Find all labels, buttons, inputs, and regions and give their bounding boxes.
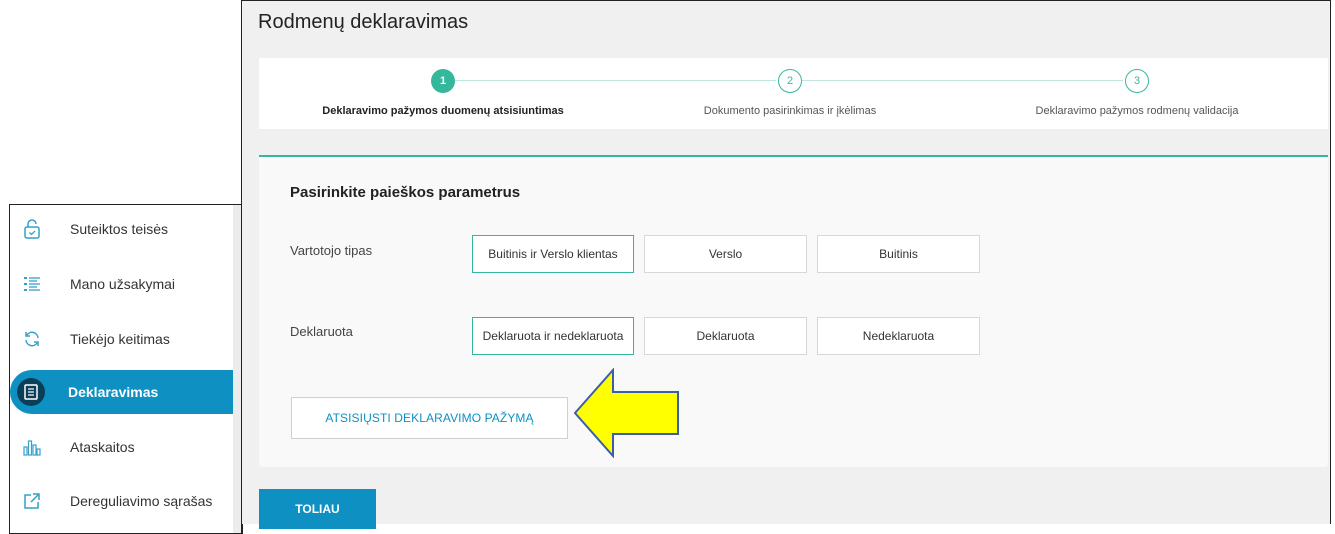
consumer-type-option-business[interactable]: Verslo xyxy=(644,235,807,273)
step-3-label: Deklaravimo pažymos rodmenų validacija xyxy=(1035,105,1239,117)
step-2-label: Dokumento pasirinkimas ir įkėlimas xyxy=(703,105,877,117)
sidebar-item-label: Suteiktos teisės xyxy=(70,221,169,237)
document-icon xyxy=(17,378,45,406)
sidebar-item-label: Deklaravimas xyxy=(68,384,159,400)
declared-option-all[interactable]: Deklaruota ir nedeklaruota xyxy=(472,317,634,355)
sidebar: Suteiktos teisės Mano užsakymai Tiekėjo … xyxy=(9,204,243,534)
sidebar-item-label: Tiekėjo keitimas xyxy=(70,331,170,347)
sidebar-item-suteiktos-teises[interactable]: Suteiktos teisės xyxy=(10,207,235,251)
sidebar-item-ataskaitos[interactable]: Ataskaitos xyxy=(10,425,235,469)
sidebar-scrollbar[interactable] xyxy=(233,205,241,533)
step-1-indicator: 1 xyxy=(431,69,455,93)
main-content: Rodmenų deklaravimas 1 2 3 Deklaravimo p… xyxy=(241,0,1331,529)
stepper: 1 2 3 Deklaravimo pažymos duomenų atsisi… xyxy=(259,58,1328,129)
download-declaration-button[interactable]: ATSISIŲSTI DEKLARAVIMO PAŽYMĄ xyxy=(291,397,568,439)
sidebar-item-deklaravimas[interactable]: Deklaravimas xyxy=(10,370,235,414)
declared-label: Deklaruota xyxy=(290,324,353,339)
sidebar-item-label: Mano užsakymai xyxy=(70,276,176,292)
bar-chart-icon xyxy=(21,436,43,458)
step-connector xyxy=(455,80,776,81)
step-2-indicator: 2 xyxy=(778,69,802,93)
declared-option-declared[interactable]: Deklaruota xyxy=(644,317,807,355)
lock-icon xyxy=(21,218,43,240)
sidebar-item-label: Ataskaitos xyxy=(70,439,135,455)
consumer-type-option-both[interactable]: Buitinis ir Verslo klientas xyxy=(472,235,634,273)
step-connector xyxy=(802,80,1123,81)
step-1-label: Deklaravimo pažymos duomenų atsisiuntima… xyxy=(322,105,564,117)
page-title: Rodmenų deklaravimas xyxy=(258,11,469,33)
sidebar-item-mano-uzsakymai[interactable]: Mano užsakymai xyxy=(10,262,235,306)
refresh-icon xyxy=(21,328,43,350)
consumer-type-option-household[interactable]: Buitinis xyxy=(817,235,980,273)
annotation-arrow-icon xyxy=(573,368,679,458)
external-link-icon xyxy=(21,490,43,512)
list-icon xyxy=(21,273,43,295)
sidebar-item-dereguliavimo-sarasas[interactable]: Dereguliavimo sąrašas xyxy=(10,479,235,523)
next-button[interactable]: TOLIAU xyxy=(259,489,376,529)
sidebar-item-tiekejo-keitimas[interactable]: Tiekėjo keitimas xyxy=(10,317,235,361)
declared-option-undeclared[interactable]: Nedeklaruota xyxy=(817,317,980,355)
panel-title: Pasirinkite paieškos parametrus xyxy=(290,184,521,201)
consumer-type-label: Vartotojo tipas xyxy=(290,243,373,258)
search-parameters-panel: Pasirinkite paieškos parametrus Vartotoj… xyxy=(259,155,1328,467)
sidebar-item-label: Dereguliavimo sąrašas xyxy=(70,493,213,509)
step-3-indicator: 3 xyxy=(1125,69,1149,93)
